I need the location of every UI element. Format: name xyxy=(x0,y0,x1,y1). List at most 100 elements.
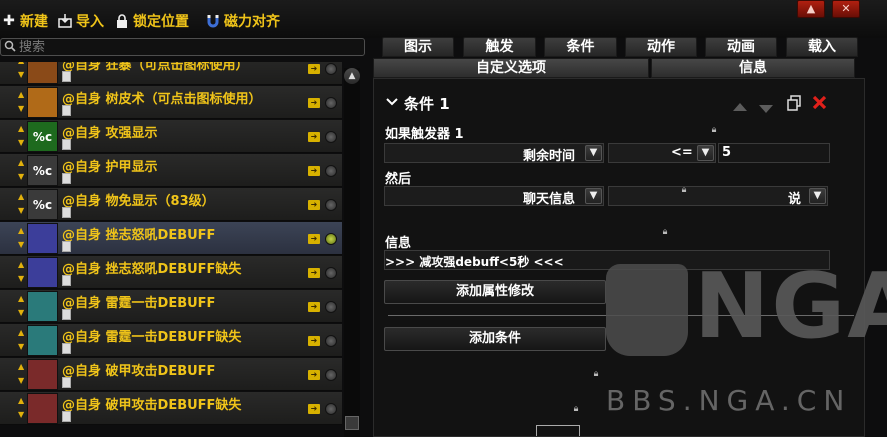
arrow-right-icon[interactable]: ➜ xyxy=(308,132,320,142)
add-property-change-button[interactable]: 添加属性修改 xyxy=(384,280,606,304)
aura-list-item[interactable]: ▲ ▼ %c @自身 护甲显示 ➜ xyxy=(0,154,342,187)
aura-list-item[interactable]: ▲ ▼ @自身 破甲攻击DEBUFF ➜ xyxy=(0,358,342,391)
scroll-thumb[interactable] xyxy=(345,416,359,430)
import-button[interactable]: 导入 xyxy=(58,10,104,32)
aura-thumbnail: %c xyxy=(27,155,58,186)
reorder-arrows-icon[interactable]: ▲▼ xyxy=(18,394,26,423)
arrow-right-icon[interactable]: ➜ xyxy=(308,200,320,210)
reorder-arrows-icon[interactable]: ▲▼ xyxy=(18,156,26,185)
action-dropdown[interactable]: 聊天信息 ▼ xyxy=(384,186,604,207)
arrow-right-icon[interactable]: ➜ xyxy=(308,98,320,108)
channel-dropdown[interactable]: 🔒︎ 说 ▼ xyxy=(608,185,828,207)
aura-thumbnail xyxy=(27,359,58,390)
condition-header: 条件 1 xyxy=(404,95,450,113)
delete-icon[interactable] xyxy=(812,95,827,114)
aura-title: @自身 雷霆一击DEBUFF xyxy=(62,296,216,311)
message-text: >>> 减攻强debuff<5秒 <<< xyxy=(385,255,564,269)
arrow-right-icon[interactable]: ➜ xyxy=(308,166,320,176)
aura-list-item[interactable]: ▲▼ @自身 狂暴（可点击图标使用） ➜ xyxy=(0,62,342,85)
arrow-right-icon[interactable]: ➜ xyxy=(308,336,320,346)
list-scrollbar[interactable] xyxy=(344,68,360,437)
arrow-right-icon[interactable]: ➜ xyxy=(308,302,320,312)
scroll-up-button[interactable]: ▲ xyxy=(344,68,360,84)
document-icon xyxy=(62,207,71,218)
arrow-down-icon[interactable] xyxy=(758,99,774,118)
reorder-arrows-icon[interactable]: ▲▼ xyxy=(18,258,26,287)
lock-icon: 🔒︎ xyxy=(711,125,717,135)
visibility-toggle-icon[interactable] xyxy=(325,199,337,211)
value-text: 5 xyxy=(722,145,732,160)
visibility-toggle-icon[interactable] xyxy=(325,97,337,109)
property-dropdown[interactable]: 剩余时间 ▼ xyxy=(384,143,604,164)
lock-position-button[interactable]: 锁定位置 xyxy=(115,10,189,32)
visibility-toggle-icon[interactable] xyxy=(325,165,337,177)
aura-title: @自身 狂暴（可点击图标使用） xyxy=(62,62,249,73)
arrow-right-icon[interactable]: ➜ xyxy=(308,404,320,414)
magnet-align-button[interactable]: 磁力对齐 xyxy=(206,10,280,32)
document-icon xyxy=(62,71,71,82)
visibility-toggle-icon[interactable] xyxy=(325,233,337,245)
visibility-toggle-icon[interactable] xyxy=(325,267,337,279)
chevron-down-icon: ▼ xyxy=(585,145,602,161)
arrow-right-icon[interactable]: ➜ xyxy=(308,268,320,278)
arrow-right-icon[interactable]: ➜ xyxy=(308,64,320,74)
add-condition-button[interactable]: 添加条件 xyxy=(384,327,606,351)
tab-custom-options[interactable]: 自定义选项 xyxy=(373,58,649,78)
new-label: 新建 xyxy=(20,14,48,30)
reorder-arrows-icon[interactable]: ▲▼ xyxy=(18,88,26,117)
tab-information[interactable]: 信息 xyxy=(651,58,855,78)
visibility-toggle-icon[interactable] xyxy=(325,131,337,143)
tab-trigger[interactable]: 触发 xyxy=(463,37,536,57)
reorder-arrows-icon[interactable]: ▲▼ xyxy=(18,292,26,321)
reorder-arrows-icon[interactable]: ▲▼ xyxy=(18,62,26,83)
aura-list-item[interactable]: ▲ ▼ @自身 树皮术（可点击图标使用） ➜ xyxy=(0,86,342,119)
visibility-toggle-icon[interactable] xyxy=(325,369,337,381)
aura-thumbnail xyxy=(27,291,58,322)
tab-conditions[interactable]: 条件 xyxy=(544,37,617,57)
value-input[interactable]: 5 xyxy=(718,143,830,163)
plus-icon: ✚ xyxy=(3,13,15,29)
action-value: 聊天信息 xyxy=(522,192,575,207)
document-icon xyxy=(62,241,71,252)
new-button[interactable]: ✚ 新建 xyxy=(2,10,48,32)
partial-button[interactable] xyxy=(536,425,580,436)
aura-list-item[interactable]: ▲ ▼ @自身 挫志怒吼DEBUFF ➜ xyxy=(0,222,342,255)
tab-animation[interactable]: 动画 xyxy=(705,37,777,57)
reorder-arrows-icon[interactable]: ▲▼ xyxy=(18,224,26,253)
nga-logo-text: NGA xyxy=(694,254,887,359)
close-button[interactable]: ✕ xyxy=(832,0,860,18)
then-label: 然后 xyxy=(385,172,412,187)
visibility-toggle-icon[interactable] xyxy=(325,403,337,415)
arrow-right-icon[interactable]: ➜ xyxy=(308,370,320,380)
visibility-toggle-icon[interactable] xyxy=(325,63,337,75)
visibility-toggle-icon[interactable] xyxy=(325,335,337,347)
reorder-arrows-icon[interactable]: ▲▼ xyxy=(18,190,26,219)
tab-display[interactable]: 图示 xyxy=(382,37,454,57)
tab-load[interactable]: 载入 xyxy=(786,37,858,57)
aura-list-item[interactable]: ▲ ▼ @自身 雷霆一击DEBUFF ➜ xyxy=(0,290,342,323)
aura-thumbnail xyxy=(27,325,58,356)
reorder-arrows-icon[interactable]: ▲▼ xyxy=(18,360,26,389)
reorder-arrows-icon[interactable]: ▲▼ xyxy=(18,122,26,151)
chevron-down-icon[interactable] xyxy=(386,96,398,110)
operator-value: <= xyxy=(671,145,693,160)
aura-list-item[interactable]: ▲ ▼ @自身 破甲攻击DEBUFF缺失 ➜ xyxy=(0,392,342,425)
copy-icon[interactable] xyxy=(787,95,801,115)
operator-dropdown[interactable]: <= ▼ xyxy=(608,143,716,163)
aura-list-item[interactable]: ▲ ▼ @自身 雷霆一击DEBUFF缺失 ➜ xyxy=(0,324,342,357)
aura-title: @自身 挫志怒吼DEBUFF缺失 xyxy=(62,262,242,277)
arrow-up-icon[interactable] xyxy=(732,97,748,116)
visibility-toggle-icon[interactable] xyxy=(325,301,337,313)
collapse-button[interactable]: ▲ xyxy=(797,0,825,18)
aura-thumbnail xyxy=(27,62,58,84)
tab-actions[interactable]: 动作 xyxy=(625,37,697,57)
reorder-arrows-icon[interactable]: ▲▼ xyxy=(18,326,26,355)
aura-list-item[interactable]: ▲ ▼ %c @自身 攻强显示 ➜ xyxy=(0,120,342,153)
document-icon xyxy=(62,105,71,116)
search-input[interactable] xyxy=(19,39,359,55)
arrow-right-icon[interactable]: ➜ xyxy=(308,234,320,244)
aura-title: @自身 护甲显示 xyxy=(62,160,158,175)
aura-list-item[interactable]: ▲ ▼ @自身 挫志怒吼DEBUFF缺失 ➜ xyxy=(0,256,342,289)
search-icon xyxy=(4,40,18,54)
aura-list-item[interactable]: ▲ ▼ %c @自身 物免显示（83级） ➜ xyxy=(0,188,342,221)
